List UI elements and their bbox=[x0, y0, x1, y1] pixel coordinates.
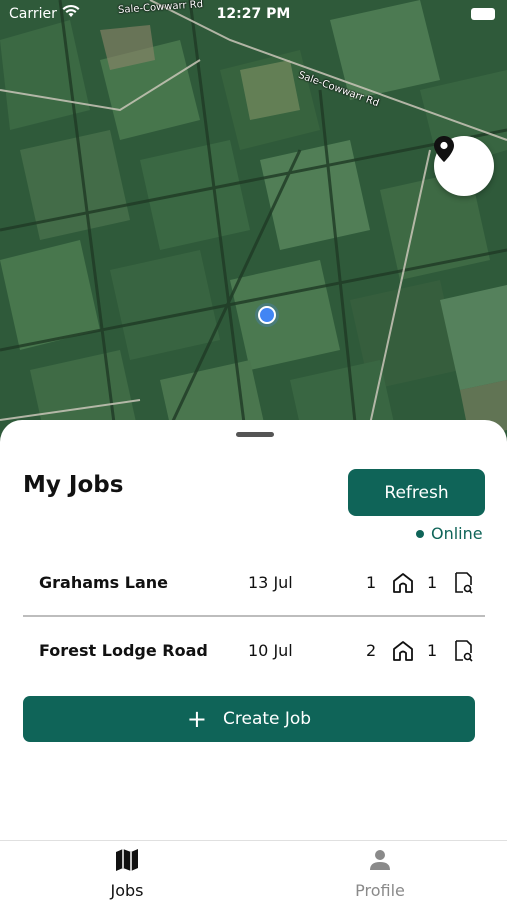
job-row[interactable]: Grahams Lane 13 Jul 1 1 bbox=[23, 551, 485, 617]
create-job-button[interactable]: + Create Job bbox=[23, 696, 475, 742]
document-search-icon bbox=[455, 572, 473, 594]
document-search-icon bbox=[455, 640, 473, 662]
tab-profile-label: Profile bbox=[355, 881, 405, 900]
drag-handle[interactable] bbox=[236, 432, 274, 437]
online-label: Online bbox=[431, 524, 483, 543]
tab-bar: Jobs Profile bbox=[0, 840, 507, 900]
job-name: Forest Lodge Road bbox=[39, 641, 208, 660]
clock: 12:27 PM bbox=[216, 6, 291, 22]
user-location-dot bbox=[255, 303, 279, 327]
online-dot-icon bbox=[416, 529, 424, 538]
house-icon bbox=[393, 641, 413, 661]
satellite-imagery bbox=[0, 0, 507, 470]
house-icon bbox=[393, 573, 413, 593]
tab-jobs[interactable]: Jobs bbox=[77, 847, 177, 900]
plus-icon: + bbox=[186, 705, 207, 733]
locate-button[interactable] bbox=[434, 136, 494, 196]
job-name: Grahams Lane bbox=[39, 573, 169, 592]
job-report-count: 1 bbox=[427, 573, 438, 592]
page-title: My Jobs bbox=[23, 472, 124, 498]
map-view[interactable]: Sale-Cowwarr Rd Sale-Cowwarr Rd bbox=[0, 0, 507, 470]
jobs-sheet: My Jobs Refresh Online Grahams Lane 13 J… bbox=[0, 420, 507, 840]
job-date: 10 Jul bbox=[248, 641, 293, 660]
person-icon bbox=[370, 850, 390, 870]
battery-icon bbox=[471, 8, 495, 20]
map-icon bbox=[116, 849, 138, 871]
job-row[interactable]: Forest Lodge Road 10 Jul 2 1 bbox=[23, 619, 485, 685]
refresh-button[interactable]: Refresh bbox=[348, 469, 485, 516]
job-house-count: 2 bbox=[366, 641, 377, 660]
map-pin-icon bbox=[434, 136, 454, 162]
job-report-count: 1 bbox=[427, 641, 438, 660]
job-house-count: 1 bbox=[366, 573, 377, 592]
create-job-label: Create Job bbox=[223, 709, 312, 729]
status-bar: Carrier 12:27 PM bbox=[0, 0, 507, 30]
tab-profile[interactable]: Profile bbox=[330, 847, 430, 900]
tab-jobs-label: Jobs bbox=[110, 881, 144, 900]
job-date: 13 Jul bbox=[248, 573, 293, 592]
online-status: Online bbox=[416, 524, 483, 543]
user-location-dot-inner bbox=[258, 306, 276, 324]
